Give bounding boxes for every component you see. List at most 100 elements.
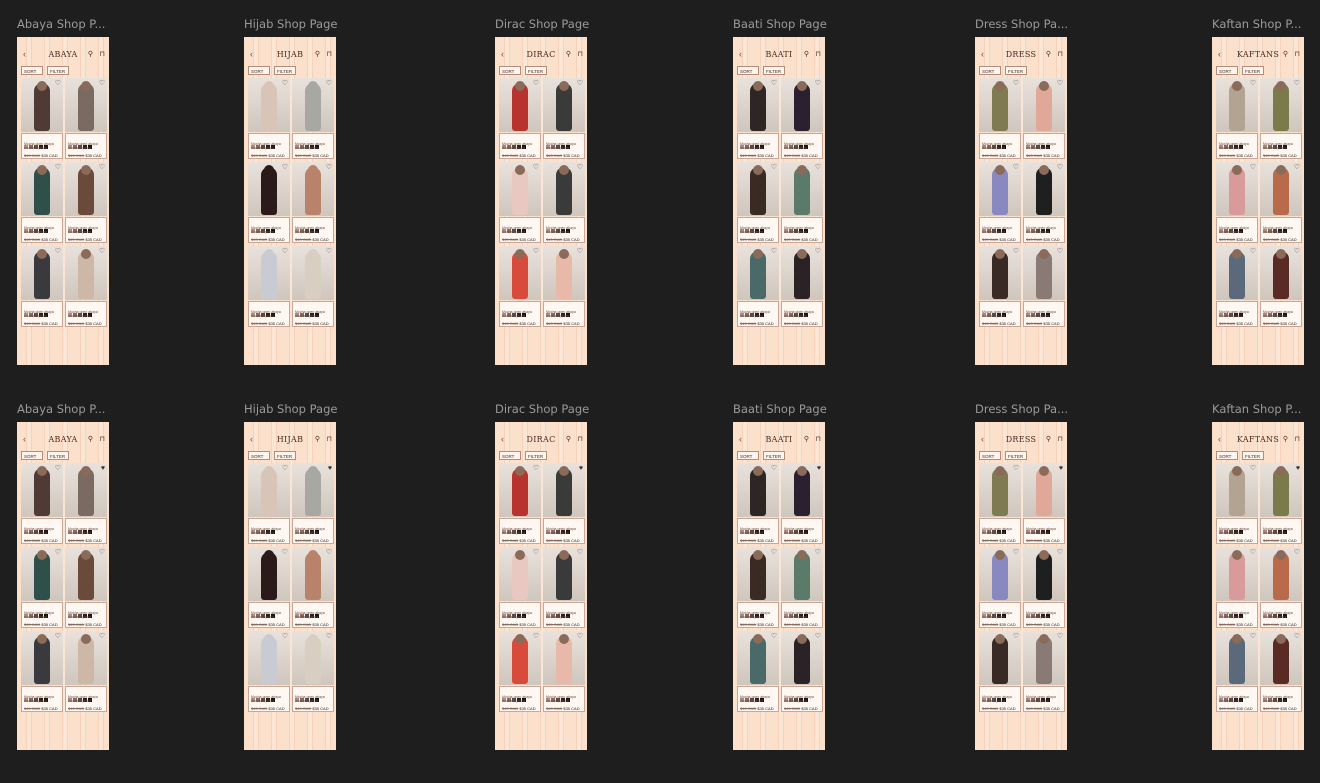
shop-page-frame[interactable]: ‹HIJAB⚲⊓SORT ⇅FILTER ⛉♡Mocha open abaya … bbox=[244, 422, 336, 750]
heart-icon[interactable]: ♡ bbox=[815, 248, 821, 255]
heart-icon[interactable]: ♡ bbox=[326, 248, 332, 255]
heart-icon[interactable]: ♡ bbox=[326, 549, 332, 556]
heart-icon[interactable]: ♡ bbox=[533, 549, 539, 556]
product-card[interactable]: ♡ Mocha open abaya double layered $45 CAD … bbox=[781, 162, 823, 243]
product-card[interactable]: ♥ Mocha open abaya double layered $45 CAD … bbox=[1260, 463, 1302, 544]
heart-icon[interactable]: ♡ bbox=[771, 465, 777, 472]
heart-icon[interactable]: ♡ bbox=[55, 80, 61, 87]
search-icon[interactable]: ⚲ bbox=[315, 50, 320, 58]
product-card[interactable]: ♡ Mocha open abaya double layered $45 CAD … bbox=[21, 78, 63, 159]
shopping-bag-icon[interactable]: ⊓ bbox=[816, 50, 821, 58]
product-card[interactable]: ♡ Mocha open abaya double layered $45 CAD … bbox=[737, 547, 779, 628]
filter-button[interactable]: FILTER ⛉ bbox=[274, 451, 296, 468]
product-card[interactable]: ♥ Mocha open abaya double layered $45 CAD … bbox=[1023, 463, 1065, 544]
heart-icon[interactable]: ♥ bbox=[1296, 465, 1300, 472]
frame-label[interactable]: Abaya Shop P... bbox=[17, 17, 105, 31]
product-card[interactable]: ♡ Mocha open abaya double layered $45 CAD … bbox=[781, 631, 823, 712]
product-card[interactable]: ♡ Mocha open abaya double layered $45 CAD … bbox=[292, 162, 334, 243]
product-card[interactable]: ♡ Mocha open abaya double layered $45 CAD … bbox=[1216, 246, 1258, 327]
product-card[interactable]: ♡ Mocha open abaya double layered $45 CAD … bbox=[1216, 162, 1258, 243]
product-card[interactable]: ♡ Mocha open abaya double layered $45 CAD … bbox=[543, 547, 585, 628]
product-card[interactable]: ♡ Mocha open abaya double layered $45 CAD … bbox=[65, 631, 107, 712]
heart-icon[interactable]: ♡ bbox=[771, 164, 777, 171]
product-card[interactable]: ♥ Mocha open abaya double layered $45 CAD … bbox=[65, 463, 107, 544]
heart-icon[interactable]: ♡ bbox=[99, 80, 105, 87]
heart-icon[interactable]: ♡ bbox=[326, 80, 332, 87]
product-card[interactable]: ♡ Mocha open abaya double layered $45 CAD … bbox=[1216, 78, 1258, 159]
product-card[interactable]: ♡ Mocha open abaya double layered $45 CAD … bbox=[543, 631, 585, 712]
sort-button[interactable]: SORT ⇅ bbox=[21, 66, 43, 83]
heart-icon[interactable]: ♡ bbox=[577, 549, 583, 556]
filter-button[interactable]: FILTER ⛉ bbox=[525, 451, 547, 468]
heart-icon[interactable]: ♡ bbox=[55, 633, 61, 640]
heart-icon[interactable]: ♡ bbox=[1057, 164, 1063, 171]
heart-icon[interactable]: ♡ bbox=[533, 248, 539, 255]
product-card[interactable]: ♡ Mocha open abaya double layered $45 CAD … bbox=[1260, 78, 1302, 159]
heart-icon[interactable]: ♡ bbox=[282, 80, 288, 87]
product-card[interactable]: ♡ Mocha open abaya double layered $45 CAD … bbox=[292, 78, 334, 159]
heart-icon[interactable]: ♡ bbox=[282, 164, 288, 171]
heart-icon[interactable]: ♡ bbox=[99, 164, 105, 171]
search-icon[interactable]: ⚲ bbox=[315, 435, 320, 443]
shop-page-frame[interactable]: ‹ABAYA⚲⊓SORT ⇅FILTER ⛉♡Mocha open abaya … bbox=[17, 422, 109, 750]
heart-icon[interactable]: ♡ bbox=[533, 164, 539, 171]
shopping-bag-icon[interactable]: ⊓ bbox=[1295, 435, 1300, 443]
frame-label[interactable]: Dress Shop Pa... bbox=[975, 17, 1068, 31]
sort-button[interactable]: SORT ⇅ bbox=[737, 451, 759, 468]
search-icon[interactable]: ⚲ bbox=[1046, 50, 1051, 58]
search-icon[interactable]: ⚲ bbox=[566, 50, 571, 58]
product-card[interactable]: ♡ Mocha open abaya double layered $45 CAD … bbox=[248, 162, 290, 243]
heart-icon[interactable]: ♡ bbox=[55, 248, 61, 255]
search-icon[interactable]: ⚲ bbox=[804, 50, 809, 58]
shopping-bag-icon[interactable]: ⊓ bbox=[1058, 50, 1063, 58]
search-icon[interactable]: ⚲ bbox=[1283, 50, 1288, 58]
heart-icon[interactable]: ♡ bbox=[771, 248, 777, 255]
shopping-bag-icon[interactable]: ⊓ bbox=[327, 50, 332, 58]
product-card[interactable]: ♡ Mocha open abaya double layered $45 CAD … bbox=[21, 463, 63, 544]
heart-icon[interactable]: ♡ bbox=[771, 80, 777, 87]
shop-page-frame[interactable]: ‹BAATI⚲⊓SORT ⇅FILTER ⛉♡Mocha open abaya … bbox=[733, 37, 825, 365]
filter-button[interactable]: FILTER ⛉ bbox=[47, 451, 69, 468]
search-icon[interactable]: ⚲ bbox=[88, 435, 93, 443]
product-card[interactable]: ♡ Mocha open abaya double layered $45 CAD … bbox=[1216, 463, 1258, 544]
sort-button[interactable]: SORT ⇅ bbox=[1216, 66, 1238, 83]
filter-button[interactable]: FILTER ⛉ bbox=[1242, 66, 1264, 83]
shop-page-frame[interactable]: ‹DRESS⚲⊓SORT ⇅FILTER ⛉♡Mocha open abaya … bbox=[975, 37, 1067, 365]
product-card[interactable]: ♡ Mocha open abaya double layered $45 CAD … bbox=[543, 78, 585, 159]
shop-page-frame[interactable]: ‹DRESS⚲⊓SORT ⇅FILTER ⛉♡Mocha open abaya … bbox=[975, 422, 1067, 750]
product-card[interactable]: ♡ Mocha open abaya double layered $45 CAD … bbox=[737, 631, 779, 712]
sort-button[interactable]: SORT ⇅ bbox=[248, 451, 270, 468]
product-card[interactable]: ♡ Mocha open abaya double layered $45 CAD … bbox=[781, 547, 823, 628]
heart-icon[interactable]: ♡ bbox=[1013, 164, 1019, 171]
frame-label[interactable]: Dirac Shop Page bbox=[495, 402, 589, 416]
search-icon[interactable]: ⚲ bbox=[804, 435, 809, 443]
frame-label[interactable]: Baati Shop Page bbox=[733, 402, 827, 416]
shop-page-frame[interactable]: ‹KAFTANS⚲⊓SORT ⇅FILTER ⛉♡Mocha open abay… bbox=[1212, 422, 1304, 750]
product-card[interactable]: ♡ Mocha open abaya double layered $45 CAD … bbox=[248, 463, 290, 544]
shop-page-frame[interactable]: ‹DIRAC⚲⊓SORT ⇅FILTER ⛉♡Mocha open abaya … bbox=[495, 37, 587, 365]
product-card[interactable]: ♡ Mocha open abaya double layered $45 CAD … bbox=[499, 162, 541, 243]
heart-icon[interactable]: ♡ bbox=[577, 164, 583, 171]
product-card[interactable]: ♡ Mocha open abaya double layered $45 CAD … bbox=[292, 246, 334, 327]
product-card[interactable]: ♡ Mocha open abaya double layered $45 CAD … bbox=[1216, 631, 1258, 712]
product-card[interactable]: ♡ Mocha open abaya double layered $45 CAD … bbox=[248, 78, 290, 159]
frame-label[interactable]: Hijab Shop Page bbox=[244, 17, 337, 31]
heart-icon[interactable]: ♡ bbox=[1057, 549, 1063, 556]
heart-icon[interactable]: ♡ bbox=[815, 164, 821, 171]
product-card[interactable]: ♡ Mocha open abaya double layered $45 CAD … bbox=[1260, 162, 1302, 243]
filter-button[interactable]: FILTER ⛉ bbox=[274, 66, 296, 83]
sort-button[interactable]: SORT ⇅ bbox=[737, 66, 759, 83]
product-card[interactable]: ♡ Mocha open abaya double layered $45 CAD … bbox=[1260, 547, 1302, 628]
heart-icon[interactable]: ♡ bbox=[1250, 465, 1256, 472]
filter-button[interactable]: FILTER ⛉ bbox=[763, 451, 785, 468]
product-card[interactable]: ♡ Mocha open abaya double layered $45 CAD … bbox=[65, 246, 107, 327]
heart-icon[interactable]: ♡ bbox=[99, 248, 105, 255]
product-card[interactable]: ♡ Mocha open abaya double layered $45 CAD … bbox=[979, 162, 1021, 243]
heart-icon[interactable]: ♡ bbox=[282, 633, 288, 640]
heart-icon[interactable]: ♡ bbox=[326, 633, 332, 640]
frame-label[interactable]: Dress Shop Pa... bbox=[975, 402, 1068, 416]
heart-icon[interactable]: ♡ bbox=[55, 164, 61, 171]
heart-icon[interactable]: ♡ bbox=[99, 549, 105, 556]
heart-icon[interactable]: ♥ bbox=[817, 465, 821, 472]
heart-icon[interactable]: ♡ bbox=[55, 465, 61, 472]
